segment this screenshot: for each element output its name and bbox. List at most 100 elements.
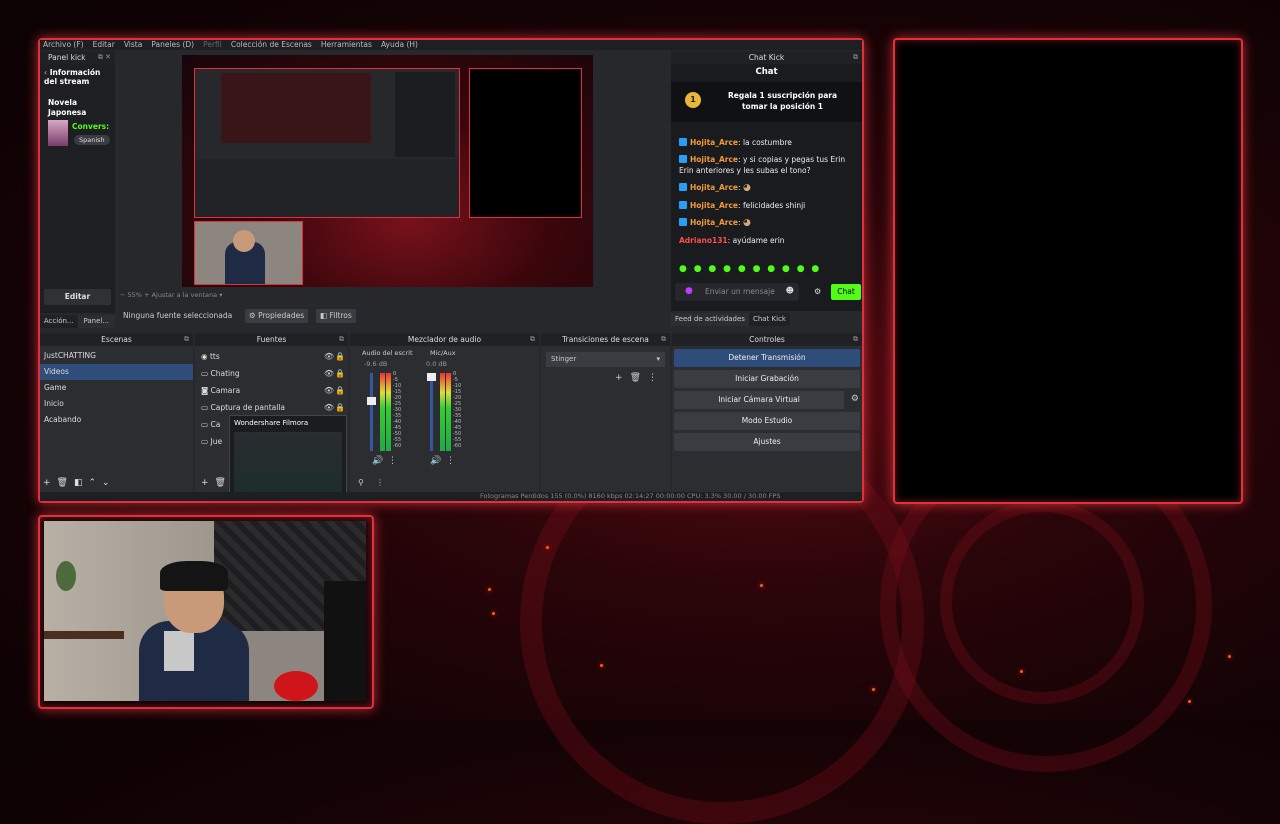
properties-button[interactable]: ⚙ Propiedades [245, 309, 309, 323]
undock-icon[interactable]: ⧉ [339, 333, 344, 346]
chat-send-button[interactable]: Chat [831, 284, 861, 300]
gear-icon[interactable]: ⚙ [851, 394, 859, 404]
undock-icon[interactable]: ⧉ [184, 333, 189, 346]
scene-item[interactable]: Acabando [40, 412, 193, 428]
more-icon[interactable]: ⋮ [388, 456, 397, 466]
transition-select[interactable]: Stinger ▾ [546, 352, 665, 367]
ember [546, 546, 549, 549]
filter-icon[interactable]: ◧ [74, 478, 89, 488]
mixer-title: Mezclador de audio [407, 335, 482, 344]
sources-header: Fuentes ⧉ [195, 333, 348, 346]
chevron-down-icon[interactable]: ⌄ [102, 478, 116, 488]
meter-ch2-r [446, 373, 451, 451]
chat-username[interactable]: Hojita_Arce [690, 155, 738, 164]
tab-actions[interactable]: Acción... [40, 315, 78, 328]
kick-badge-icon [679, 201, 687, 209]
scene-item[interactable]: Videos [40, 364, 193, 380]
studio-mode-button[interactable]: Modo Estudio [674, 412, 860, 430]
scene-item[interactable]: Game [40, 380, 193, 396]
eye-icon[interactable]: 👁 [324, 348, 334, 365]
scene-item[interactable]: Inicio [40, 396, 193, 412]
start-virtual-camera-button[interactable]: Iniciar Cámara Virtual [674, 391, 844, 409]
lock-icon[interactable]: 🔒 [335, 382, 345, 399]
lock-icon[interactable]: 🔒 [335, 399, 345, 416]
category-row: Convers: Spanish [48, 120, 115, 150]
language-badge: Spanish [74, 135, 110, 145]
undock-icon[interactable]: ⧉ [853, 51, 858, 64]
menu-edit[interactable]: Editar [93, 40, 115, 50]
no-source-label: Ninguna fuente seleccionada [123, 311, 233, 320]
menu-tools[interactable]: Herramientas [321, 40, 372, 50]
undock-icon[interactable]: ⧉ [530, 333, 535, 346]
scene-list: JustCHATTING Videos Game Inicio Acabando [40, 348, 193, 428]
tab-panel[interactable]: Panel... [77, 315, 115, 328]
menu-help[interactable]: Ayuda (H) [381, 40, 418, 50]
chevron-down-icon: ▾ [656, 355, 660, 363]
source-item[interactable]: ▭ Captura de pantalla 👁 🔒 [195, 399, 348, 416]
eye-icon[interactable]: 👁 [324, 365, 334, 382]
settings-button[interactable]: Ajustes [674, 433, 860, 451]
undock-icon[interactable]: ⧉ [661, 333, 666, 346]
source-item[interactable]: ▭ Chating 👁 🔒 [195, 365, 348, 382]
add-icon[interactable]: + [43, 478, 57, 488]
link-icon[interactable]: ⚲ [358, 478, 364, 487]
more-icon[interactable]: ⋮ [376, 478, 384, 487]
chat-username[interactable]: Hojita_Arce [690, 138, 738, 147]
add-icon[interactable]: + [201, 478, 215, 488]
emote-row[interactable]: ● ● ● ● ● ● ● ● ● ● [679, 264, 821, 274]
zoom-out-icon[interactable]: − [120, 291, 125, 299]
zoom-in-icon[interactable]: + [144, 291, 149, 299]
add-icon[interactable]: + [615, 373, 630, 383]
chat-username[interactable]: Hojita_Arce [690, 183, 738, 192]
eye-icon[interactable]: 👁 [324, 399, 334, 416]
kick-badge-icon [679, 183, 687, 191]
chat-text: ayúdame erin [732, 236, 785, 245]
source-item[interactable]: ◙ Camara 👁 🔒 [195, 382, 348, 399]
tab-activity-feed[interactable]: Feed de actividades [671, 313, 749, 326]
filmora-title: Wondershare Filmora [234, 419, 309, 427]
trash-icon[interactable]: 🗑 [57, 478, 74, 488]
nested-obs-capture [194, 68, 460, 218]
filters-button[interactable]: ◧ Filtros [316, 309, 356, 323]
scene-item[interactable]: JustCHATTING [40, 348, 193, 364]
source-item[interactable]: ◉ tts 👁 🔒 [195, 348, 348, 365]
gift-promo: 1 Regala 1 suscripción para tomar la pos… [671, 82, 862, 122]
volume-slider-ch2[interactable] [427, 373, 436, 451]
menu-scene-collection[interactable]: Colección de Escenas [231, 40, 312, 50]
edit-button[interactable]: Editar [44, 289, 111, 305]
channel-2-db: 0.0 dB [426, 360, 447, 368]
start-recording-button[interactable]: Iniciar Grabación [674, 370, 860, 388]
chat-username[interactable]: Hojita_Arce [690, 218, 738, 227]
tab-chat-kick[interactable]: Chat Kick [748, 313, 790, 326]
speaker-icon[interactable]: 🔊 [372, 456, 383, 466]
chat-username[interactable]: Adriano131 [679, 236, 728, 245]
menu-view[interactable]: Vista [124, 40, 143, 50]
menu-docks[interactable]: Paneles (D) [151, 40, 194, 50]
filmora-popup[interactable]: Wondershare Filmora [229, 415, 347, 499]
undock-icon[interactable]: ⧉ [853, 333, 858, 346]
chat-username[interactable]: Hojita_Arce [690, 201, 738, 210]
stream-info-title: Información del stream [44, 68, 101, 86]
volume-slider-ch1[interactable] [367, 373, 376, 451]
menu-file[interactable]: Archivo (F) [43, 40, 84, 50]
trash-icon[interactable]: 🗑 [630, 373, 648, 383]
chat-settings-icon[interactable]: ⚙ [814, 287, 821, 296]
lock-icon[interactable]: 🔒 [335, 365, 345, 382]
more-icon[interactable]: ⋮ [648, 373, 664, 383]
preview-canvas[interactable] [182, 55, 593, 287]
close-icon[interactable]: ⧉ ✕ [98, 51, 111, 64]
emoji-icon[interactable]: ☻ [786, 286, 794, 295]
chevron-down-icon[interactable]: ▾ [219, 291, 222, 299]
chevron-up-icon[interactable]: ⌃ [89, 478, 103, 488]
nested-right-frame [469, 68, 582, 218]
stop-streaming-button[interactable]: Detener Transmisión [674, 349, 860, 367]
mic-icon[interactable]: ● [685, 286, 693, 296]
chevron-left-icon[interactable]: ‹ [44, 68, 47, 77]
lock-icon[interactable]: 🔒 [335, 348, 345, 365]
more-icon[interactable]: ⋮ [446, 456, 455, 466]
fit-window[interactable]: Ajustar a la ventana [152, 291, 218, 299]
chat-input[interactable]: ● Enviar un mensaje ☻ [675, 283, 799, 301]
menu-profile[interactable]: Perfil [203, 40, 222, 50]
speaker-icon[interactable]: 🔊 [430, 456, 441, 466]
eye-icon[interactable]: 👁 [324, 382, 334, 399]
